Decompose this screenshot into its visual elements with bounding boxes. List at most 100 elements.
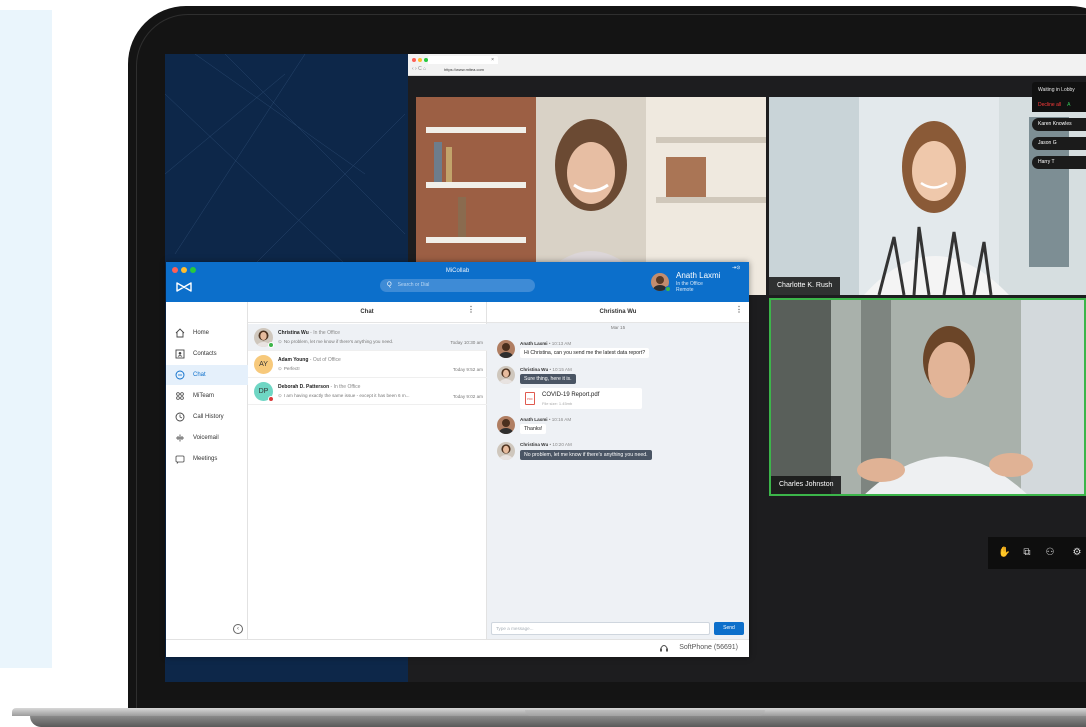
sidebar-item-contacts[interactable]: Contacts (166, 344, 248, 364)
participant-video (771, 300, 1084, 494)
user-location: Remote (676, 287, 694, 293)
sidebar-item-call-history[interactable]: Call History (166, 407, 248, 427)
sidebar-item-label: Contacts (193, 351, 217, 357)
message-bubble: Thanks! (520, 424, 547, 434)
file-size: File size: 1.45mb (542, 401, 573, 406)
message-bubble: No problem, let me know if there's anyth… (520, 450, 652, 460)
contact-status: - In the Office (329, 384, 361, 390)
status-bar: SoftPhone (56691) (166, 639, 749, 657)
app-header: MiCollab Q Search or Dial Anath Laxmi In … (166, 262, 749, 302)
browser-chrome: × ‹ › C ⌂ https://www.mitea.com (408, 54, 1086, 76)
message-preview: ⊙ Perfect! (278, 366, 300, 371)
home-icon (175, 328, 185, 338)
video-tile-3-active-speaker[interactable]: Charles Johnston (769, 298, 1086, 496)
chat-list-header: Chat ⋮ (248, 302, 486, 323)
avatar (497, 340, 515, 358)
participant-name: Charlotte K. Rush (769, 277, 841, 295)
tab-close-icon[interactable]: × (491, 57, 494, 63)
conversation-header: Christina Wu ⋮ (487, 302, 749, 323)
conversation-pane: Christina Wu ⋮ Mar 15 Anath Laxmi • 10:1… (487, 302, 749, 639)
lobby-participant[interactable]: Harry T (1032, 156, 1086, 169)
message-author: Anath Laxmi • 10:13 AM (520, 341, 572, 346)
headset-icon (660, 645, 668, 652)
search-placeholder: Search or Dial (397, 282, 430, 288)
user-name[interactable]: Anath Laxmi (676, 271, 720, 280)
lobby-participant[interactable]: Karen Knowles (1032, 118, 1086, 131)
avatar (497, 442, 515, 460)
settings-icon[interactable]: ⚙ (1071, 547, 1083, 559)
file-attachment[interactable]: PDF COVID-19 Report.pdf File size: 1.45m… (520, 388, 642, 409)
stage: × ‹ › C ⌂ https://www.mitea.com Charlott… (0, 0, 1086, 727)
lobby-participant[interactable]: Jason G (1032, 137, 1086, 150)
contact-status: - Out of Office (308, 357, 341, 363)
sidebar-item-meetings[interactable]: Meetings (166, 449, 248, 469)
laptop-notch (525, 710, 765, 716)
chat-bubble-icon: ⊙ (278, 339, 282, 344)
sidebar-item-label: Voicemail (193, 435, 219, 441)
lobby-panel: Waiting in Lobby Decline all A Karen Know… (1032, 82, 1086, 169)
micollab-logo-icon (176, 282, 192, 292)
chat-bubble-icon: ⊙ (278, 393, 282, 398)
sidebar-item-miteam[interactable]: MiTeam (166, 386, 248, 406)
avatar (497, 366, 515, 384)
decline-all-button[interactable]: Decline all (1038, 102, 1061, 108)
lobby-actions: Decline all A (1032, 98, 1086, 112)
message-author: Christina Wu • 10:15 AM (520, 367, 572, 372)
share-screen-icon[interactable]: ⧉ (1021, 547, 1033, 559)
conversation-item[interactable]: Christina Wu - In the Office ⊙ No problem… (248, 324, 487, 351)
conversation-item[interactable]: AY Adam Young - Out of Office ⊙ Perfect! … (248, 351, 487, 378)
sidebar-item-label: Meetings (193, 456, 218, 462)
contact-name: Deborah D. Patterson - In the Office (278, 384, 361, 390)
voicemail-icon (176, 434, 184, 442)
presence-dot (268, 342, 274, 348)
softphone-status[interactable]: SoftPhone (56691) (679, 644, 738, 651)
sidebar-item-voicemail[interactable]: Voicemail (166, 428, 248, 448)
clock-icon (175, 412, 185, 422)
contact-name: Christina Wu - In the Office (278, 330, 341, 336)
message-input[interactable]: Type a message... (491, 622, 710, 635)
more-options-icon[interactable]: ⋮ (735, 306, 743, 314)
meeting-controls: ✋ ⧉ ⚇ ⚙ (988, 537, 1086, 569)
sidebar: Home Contacts Chat MiTeam Call History V… (166, 302, 248, 639)
sidebar-item-home[interactable]: Home (166, 323, 248, 343)
conversation-title: Christina Wu (599, 309, 637, 315)
message-bubble: Sure thing, here it is. (520, 374, 576, 384)
browser-tab[interactable]: × (428, 56, 498, 64)
sidebar-item-label: MiTeam (193, 393, 215, 399)
hand-icon[interactable]: ✋ (998, 547, 1010, 559)
laptop-base-shadow (30, 716, 1086, 727)
search-icon: Q (387, 282, 392, 288)
message-bubble: Hi Christina, can you send me the latest… (520, 348, 650, 358)
timestamp: Today 9:52 am (452, 367, 483, 372)
participants-icon[interactable]: ⚇ (1044, 547, 1056, 559)
presence-dot (268, 396, 274, 402)
contacts-icon (175, 349, 185, 359)
chat-icon (175, 370, 185, 380)
message-preview: ⊙ I am having exactly the same issue - ex… (278, 393, 410, 398)
admit-all-button[interactable]: A (1067, 102, 1070, 108)
logout-icon[interactable]: ⇥⊙ (732, 265, 740, 271)
sidebar-item-label: Call History (193, 414, 224, 420)
address-bar[interactable]: https://www.mitea.com (444, 67, 484, 72)
minimize-dot[interactable] (418, 58, 422, 62)
contact-status: - In the Office (308, 330, 341, 336)
micollab-window: MiCollab Q Search or Dial Anath Laxmi In … (166, 262, 749, 657)
close-dot[interactable] (412, 58, 416, 62)
message-preview: ⊙ No problem, let me know if there's anyt… (278, 339, 394, 344)
browser-nav-icons[interactable]: ‹ › C ⌂ (412, 66, 426, 72)
conversation-item[interactable]: DP Deborah D. Patterson - In the Office … (248, 378, 487, 405)
meetings-icon (175, 455, 185, 464)
message-author: Anath Laxmi • 10:16 AM (520, 417, 572, 422)
participant-name: Charles Johnston (771, 476, 842, 494)
chat-bubble-icon: ⊙ (278, 366, 282, 371)
sidebar-item-chat[interactable]: Chat (166, 365, 248, 385)
background-panel (0, 10, 52, 668)
send-button[interactable]: Send (714, 622, 744, 635)
sidebar-item-label: Chat (193, 372, 206, 378)
more-options-icon[interactable]: ⋮ (467, 306, 475, 314)
lobby-title: Waiting in Lobby (1032, 82, 1086, 98)
timestamp: Today 10:30 am (450, 340, 483, 345)
search-input[interactable]: Q Search or Dial (380, 279, 535, 292)
collapse-sidebar-icon[interactable]: ‹ (233, 624, 243, 634)
chat-list-pane: Chat ⋮ Christina Wu - In the Office ⊙ No … (248, 302, 487, 639)
